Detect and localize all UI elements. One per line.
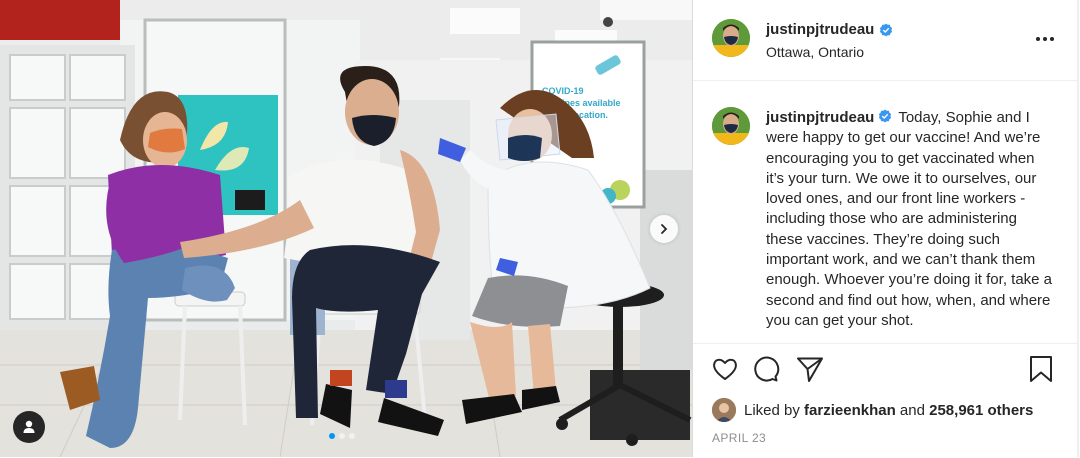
share-button[interactable] [795, 354, 825, 384]
post-actions: Liked by farzieenkhan and 258,961 others… [693, 343, 1079, 458]
carousel-dot [339, 433, 345, 439]
liked-by-and: and [899, 401, 925, 419]
caption-author-avatar[interactable] [712, 107, 750, 145]
likes-summary: Liked by farzieenkhan and 258,961 others [712, 398, 1033, 422]
carousel-indicator [329, 433, 355, 439]
user-tag-icon [23, 420, 35, 433]
likes-count[interactable]: 258,961 others [929, 402, 1033, 419]
author-avatar[interactable] [712, 19, 750, 57]
next-photo-button[interactable] [650, 215, 678, 243]
vaccination-photo: COVID-19 vaccines available at this loca… [0, 0, 692, 457]
like-button[interactable] [710, 354, 740, 384]
bookmark-icon [1030, 356, 1052, 382]
more-icon [1036, 37, 1040, 41]
caption-username[interactable]: justinpjtrudeau [766, 109, 874, 126]
more-options-button[interactable] [1033, 30, 1057, 48]
post-caption: justinpjtrudeau Today, Sophie and I were… [766, 108, 1052, 331]
carousel-dot [349, 433, 355, 439]
post-date[interactable]: APRIL 23 [712, 431, 766, 445]
comment-icon [754, 356, 780, 382]
carousel-dot-active [329, 433, 335, 439]
liked-by-user[interactable]: farzieenkhan [804, 402, 896, 419]
post-location[interactable]: Ottawa, Ontario [766, 44, 864, 60]
instagram-post: COVID-19 vaccines available at this loca… [0, 0, 1080, 457]
liked-by-prefix: Liked by [744, 401, 800, 419]
header-username-row: justinpjtrudeau [766, 21, 893, 38]
author-username[interactable]: justinpjtrudeau [766, 21, 874, 38]
post-photo[interactable]: COVID-19 vaccines available at this loca… [0, 0, 692, 457]
share-icon [797, 357, 823, 382]
verified-badge-icon [880, 23, 893, 36]
save-button[interactable] [1026, 354, 1056, 384]
liker-avatar[interactable] [712, 398, 736, 422]
post-side-panel: justinpjtrudeau Ottawa, Ontario justinpj… [692, 0, 1079, 457]
caption-text: Today, Sophie and I were happy to get ou… [766, 109, 1053, 329]
chevron-right-icon [661, 224, 668, 234]
heart-icon [713, 358, 737, 380]
tagged-users-button[interactable] [13, 411, 45, 443]
caption-section: justinpjtrudeau Today, Sophie and I were… [693, 81, 1077, 343]
comment-button[interactable] [750, 354, 780, 384]
post-header: justinpjtrudeau Ottawa, Ontario [693, 0, 1079, 81]
verified-badge-icon [879, 109, 892, 123]
